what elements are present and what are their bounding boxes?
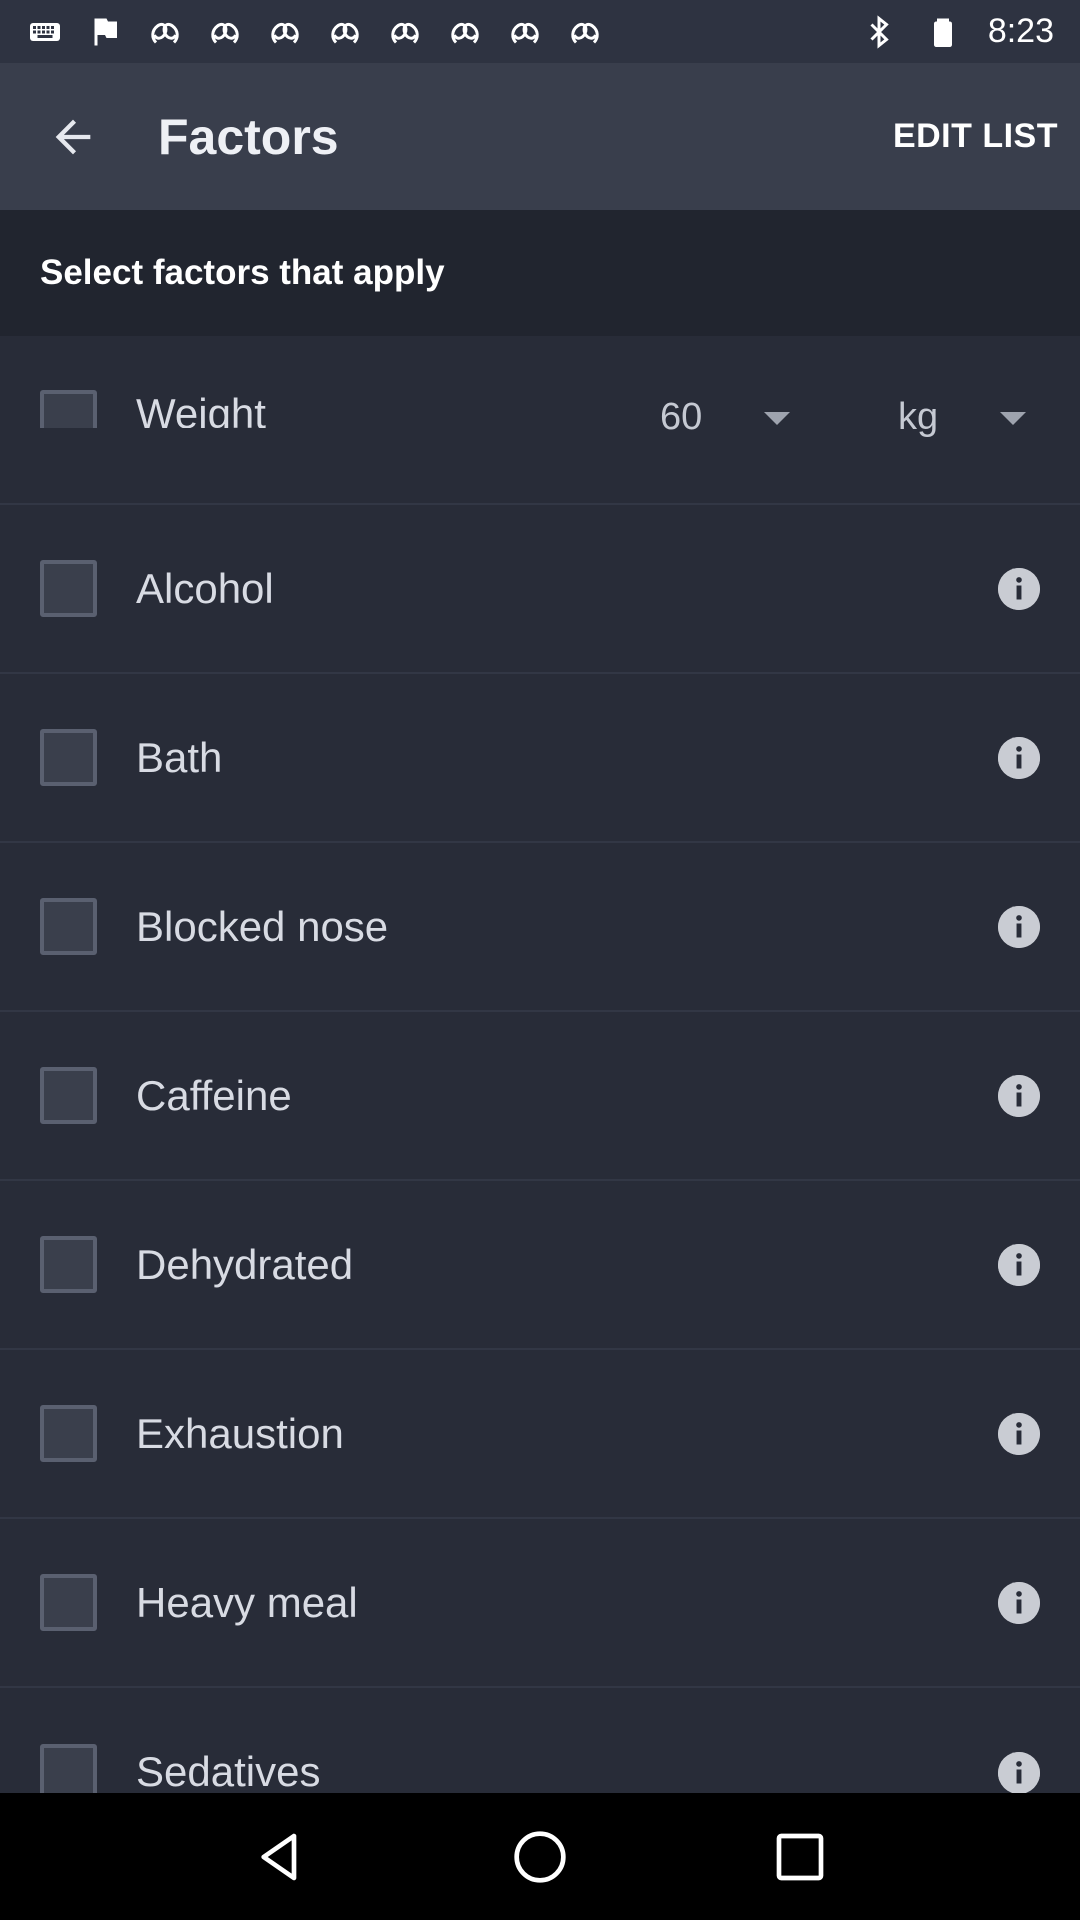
chevron-down-icon[interactable] xyxy=(1000,412,1026,425)
pretzel-icon xyxy=(386,13,424,51)
weight-checkbox[interactable] xyxy=(40,390,97,428)
home-icon[interactable] xyxy=(505,1822,575,1892)
weight-label: Weight xyxy=(136,390,266,428)
info-icon[interactable] xyxy=(998,1412,1040,1455)
back-icon[interactable] xyxy=(245,1822,315,1892)
notification-icons xyxy=(26,13,860,51)
section-header: Select factors that apply xyxy=(0,210,1080,336)
list-item-weight: Weight 60 kg xyxy=(0,336,1080,505)
page-title: Factors xyxy=(158,108,339,165)
pretzel-icon xyxy=(146,13,184,51)
factor-label: Alcohol xyxy=(136,564,274,612)
factor-label: Sedatives xyxy=(136,1748,321,1793)
keyboard-icon xyxy=(26,13,64,51)
status-time: 8:23 xyxy=(987,12,1054,50)
list-item-dehydrated[interactable]: Dehydrated xyxy=(0,1181,1080,1350)
pretzel-icon xyxy=(446,13,484,51)
back-button[interactable] xyxy=(0,63,146,210)
factor-checkbox[interactable] xyxy=(40,1405,97,1462)
factor-checkbox[interactable] xyxy=(40,729,97,786)
weight-unit-dropdown[interactable]: kg xyxy=(898,396,938,439)
factor-checkbox[interactable] xyxy=(40,1744,97,1793)
list-item-sedatives[interactable]: Sedatives xyxy=(0,1688,1080,1793)
chevron-down-icon[interactable] xyxy=(764,412,790,425)
pretzel-icon xyxy=(266,13,304,51)
factor-checkbox[interactable] xyxy=(40,560,97,617)
system-icons: 8:23 xyxy=(860,12,1054,51)
factor-checkbox[interactable] xyxy=(40,898,97,955)
section-title: Select factors that apply xyxy=(40,253,445,292)
weight-value-dropdown[interactable]: 60 xyxy=(660,396,702,439)
info-icon[interactable] xyxy=(998,567,1040,610)
status-bar: 8:23 xyxy=(0,0,1080,63)
pretzel-icon xyxy=(206,13,244,51)
factor-list: Weight 60 kg Alcohol Bath Blocked nose C… xyxy=(0,336,1080,1793)
pretzel-icon xyxy=(506,13,544,51)
factor-label: Bath xyxy=(136,733,223,781)
info-icon[interactable] xyxy=(998,1074,1040,1117)
factor-checkbox[interactable] xyxy=(40,1574,97,1631)
factor-label: Exhaustion xyxy=(136,1409,344,1457)
pretzel-icon xyxy=(326,13,364,51)
list-item-caffeine[interactable]: Caffeine xyxy=(0,1012,1080,1181)
app-bar: Factors EDIT LIST xyxy=(0,63,1080,210)
factor-checkbox[interactable] xyxy=(40,1236,97,1293)
battery-icon xyxy=(924,13,962,51)
pretzel-icon xyxy=(566,13,604,51)
info-icon[interactable] xyxy=(998,736,1040,779)
info-icon[interactable] xyxy=(998,905,1040,948)
list-item-exhaustion[interactable]: Exhaustion xyxy=(0,1350,1080,1519)
recents-icon[interactable] xyxy=(765,1822,835,1892)
edit-list-button[interactable]: EDIT LIST xyxy=(871,117,1080,156)
info-icon[interactable] xyxy=(998,1243,1040,1286)
flag-icon xyxy=(86,13,124,51)
list-item-heavy-meal[interactable]: Heavy meal xyxy=(0,1519,1080,1688)
factor-label: Dehydrated xyxy=(136,1240,354,1288)
list-item-blocked-nose[interactable]: Blocked nose xyxy=(0,843,1080,1012)
list-item-bath[interactable]: Bath xyxy=(0,674,1080,843)
factor-checkbox[interactable] xyxy=(40,1067,97,1124)
system-nav-bar xyxy=(0,1793,1080,1920)
bluetooth-icon xyxy=(860,13,898,51)
info-icon[interactable] xyxy=(998,1752,1040,1793)
factor-label: Blocked nose xyxy=(136,902,389,950)
arrow-left-icon xyxy=(55,119,91,154)
factor-label: Heavy meal xyxy=(136,1578,358,1626)
info-icon[interactable] xyxy=(998,1581,1040,1624)
list-item-alcohol[interactable]: Alcohol xyxy=(0,505,1080,674)
factor-label: Caffeine xyxy=(136,1071,292,1119)
